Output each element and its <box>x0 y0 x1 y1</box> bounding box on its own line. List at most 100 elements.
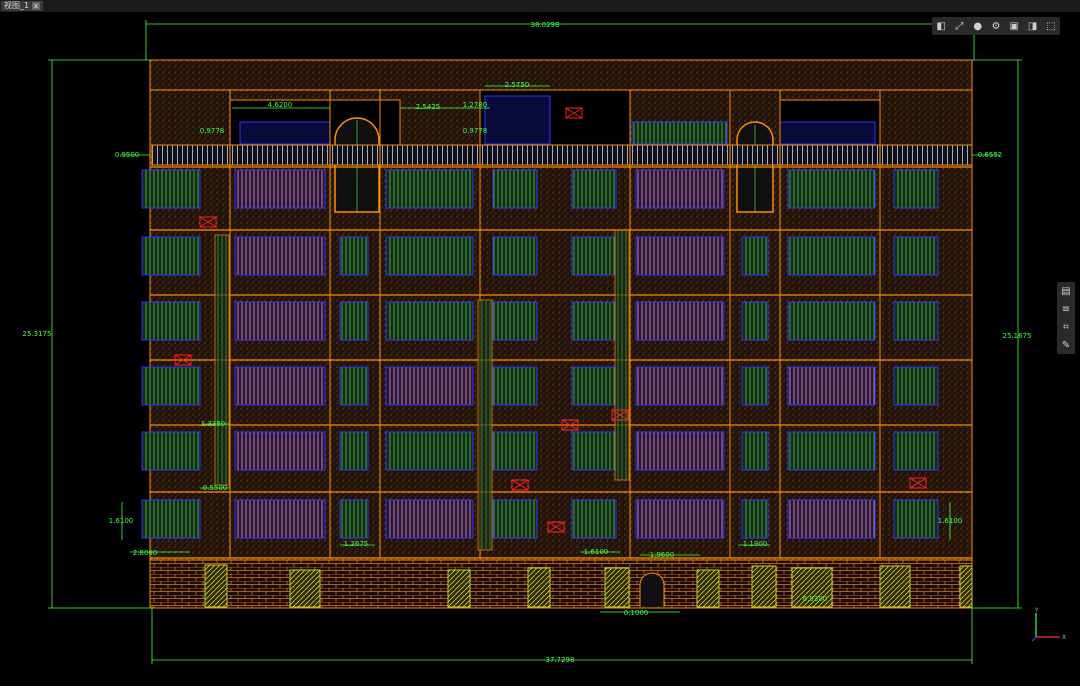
window-r4-c9 <box>893 431 939 471</box>
window-r1-c6 <box>635 236 725 276</box>
window-r5-c6 <box>635 499 725 539</box>
dim-bottom-overall: 37.7298 <box>546 656 575 664</box>
settings-icon[interactable]: ⚙ <box>989 19 1003 33</box>
crop-icon[interactable]: ⌗ <box>1059 320 1073 334</box>
window-r2-c7 <box>741 301 769 341</box>
ucs-x-label: X <box>1062 634 1066 641</box>
window-r2-c8 <box>787 301 876 341</box>
view-tab[interactable]: 视图_1 x <box>1 1 44 11</box>
view-sidebar: ▤ ≡ ⌗ ✎ <box>1057 282 1075 354</box>
window-r1-c5 <box>571 236 617 276</box>
dim-2-57: 2.5750 <box>505 81 530 89</box>
window-r3-c6 <box>635 366 725 406</box>
window-r0-c5 <box>571 169 617 209</box>
roof-parapet <box>149 59 973 91</box>
window-r4-c7 <box>741 431 769 471</box>
layers-icon[interactable]: ◧ <box>934 19 948 33</box>
cube-top-icon[interactable]: ◨ <box>1026 19 1040 33</box>
dim-1-27: 1.2780 <box>463 101 488 109</box>
window-r2-c0 <box>141 301 201 341</box>
attic-window-1 <box>239 121 331 145</box>
window-r1-c4 <box>492 236 538 276</box>
window-r3-c9 <box>893 366 939 406</box>
window-r2-c2 <box>339 301 369 341</box>
window-r2-c5 <box>571 301 617 341</box>
window-r2-c1 <box>234 301 326 341</box>
window-r1-c9 <box>893 236 939 276</box>
window-r4-c3 <box>385 431 474 471</box>
window-r1-c7 <box>741 236 769 276</box>
window-r4-c1 <box>234 431 326 471</box>
window-r3-c4 <box>492 366 538 406</box>
view-tab-bar: 视图_1 x <box>0 0 1080 12</box>
window-r1-c0 <box>141 236 201 276</box>
roof-railing <box>151 144 973 166</box>
layers-panel-icon[interactable]: ≡ <box>1059 302 1073 316</box>
window-r4-c8 <box>787 431 876 471</box>
window-r3-c5 <box>571 366 617 406</box>
dim-right-height: 25.1675 <box>1003 332 1032 340</box>
dim-4-62: 4.6200 <box>268 101 293 109</box>
window-r1-c8 <box>787 236 876 276</box>
window-r2-c6 <box>635 301 725 341</box>
window-r5-c8 <box>787 499 876 539</box>
attic-window-4 <box>631 121 728 145</box>
window-r3-c7 <box>741 366 769 406</box>
dim-1-61b: 1.6100 <box>938 517 963 525</box>
cad-drawing-canvas[interactable]: 38.0298 37.7298 25.3175 25.1675 4.6200 2… <box>0 12 1080 686</box>
shading-icon[interactable]: ● <box>971 19 985 33</box>
window-r5-c3 <box>385 499 474 539</box>
cube-front-icon[interactable]: ▣ <box>1007 19 1021 33</box>
attic-window-3 <box>779 121 876 145</box>
window-r0-c0 <box>141 169 201 209</box>
dim-top-overall: 38.0298 <box>531 21 560 29</box>
stair-rail-1 <box>477 299 493 551</box>
window-r2-c4 <box>492 301 538 341</box>
ucs-icon: Y X <box>1031 607 1066 642</box>
window-r5-c4 <box>492 499 538 539</box>
dim-2-54: 2.5425 <box>416 103 441 111</box>
window-r5-c0 <box>141 499 201 539</box>
window-r4-c0 <box>141 431 201 471</box>
dim-0-95: 0.9500 <box>115 151 140 159</box>
window-r3-c2 <box>339 366 369 406</box>
stair-rail-2 <box>614 229 630 481</box>
window-r4-c2 <box>339 431 369 471</box>
view-tab-label: 视图_1 <box>4 1 30 10</box>
window-r5-c9 <box>893 499 939 539</box>
dim-6-93: 6.9300 <box>803 595 828 603</box>
dim-left-height: 25.3175 <box>23 330 52 338</box>
dim-1-19: 1.1900 <box>743 540 768 548</box>
cube-iso-icon[interactable]: ⬚ <box>1044 19 1058 33</box>
close-icon[interactable]: x <box>32 2 41 10</box>
window-r5-c1 <box>234 499 326 539</box>
window-r1-c3 <box>385 236 474 276</box>
window-r1-c1 <box>234 236 326 276</box>
dim-1-61c: 1.6100 <box>584 548 609 556</box>
window-r3-c0 <box>141 366 201 406</box>
window-r0-c8 <box>787 169 876 209</box>
dim-1-33: 1.3350 <box>201 420 226 428</box>
window-r5-c2 <box>339 499 369 539</box>
window-r4-c6 <box>635 431 725 471</box>
edit-icon[interactable]: ✎ <box>1059 338 1073 352</box>
window-r5-c7 <box>741 499 769 539</box>
fit-icon[interactable]: ⤢ <box>952 19 966 33</box>
dim-0-97a: 0.9778 <box>200 127 225 135</box>
window-r0-c4 <box>492 169 538 209</box>
window-r5-c5 <box>571 499 617 539</box>
window-r0-c1 <box>234 169 326 209</box>
window-r3-c1 <box>234 366 326 406</box>
dim-0-65: 0.6552 <box>978 151 1003 159</box>
window-r2-c3 <box>385 301 474 341</box>
window-r0-c3 <box>385 169 474 209</box>
dim-1-61a: 1.6100 <box>109 517 134 525</box>
window-r1-c2 <box>339 236 369 276</box>
properties-icon[interactable]: ▤ <box>1059 284 1073 298</box>
attic-window-2 <box>484 95 551 145</box>
window-r3-c8 <box>787 366 876 406</box>
dim-2-80: 2.8000 <box>133 549 158 557</box>
dim-0-97b: 0.9778 <box>463 127 488 135</box>
window-r2-c9 <box>893 301 939 341</box>
window-r3-c3 <box>385 366 474 406</box>
